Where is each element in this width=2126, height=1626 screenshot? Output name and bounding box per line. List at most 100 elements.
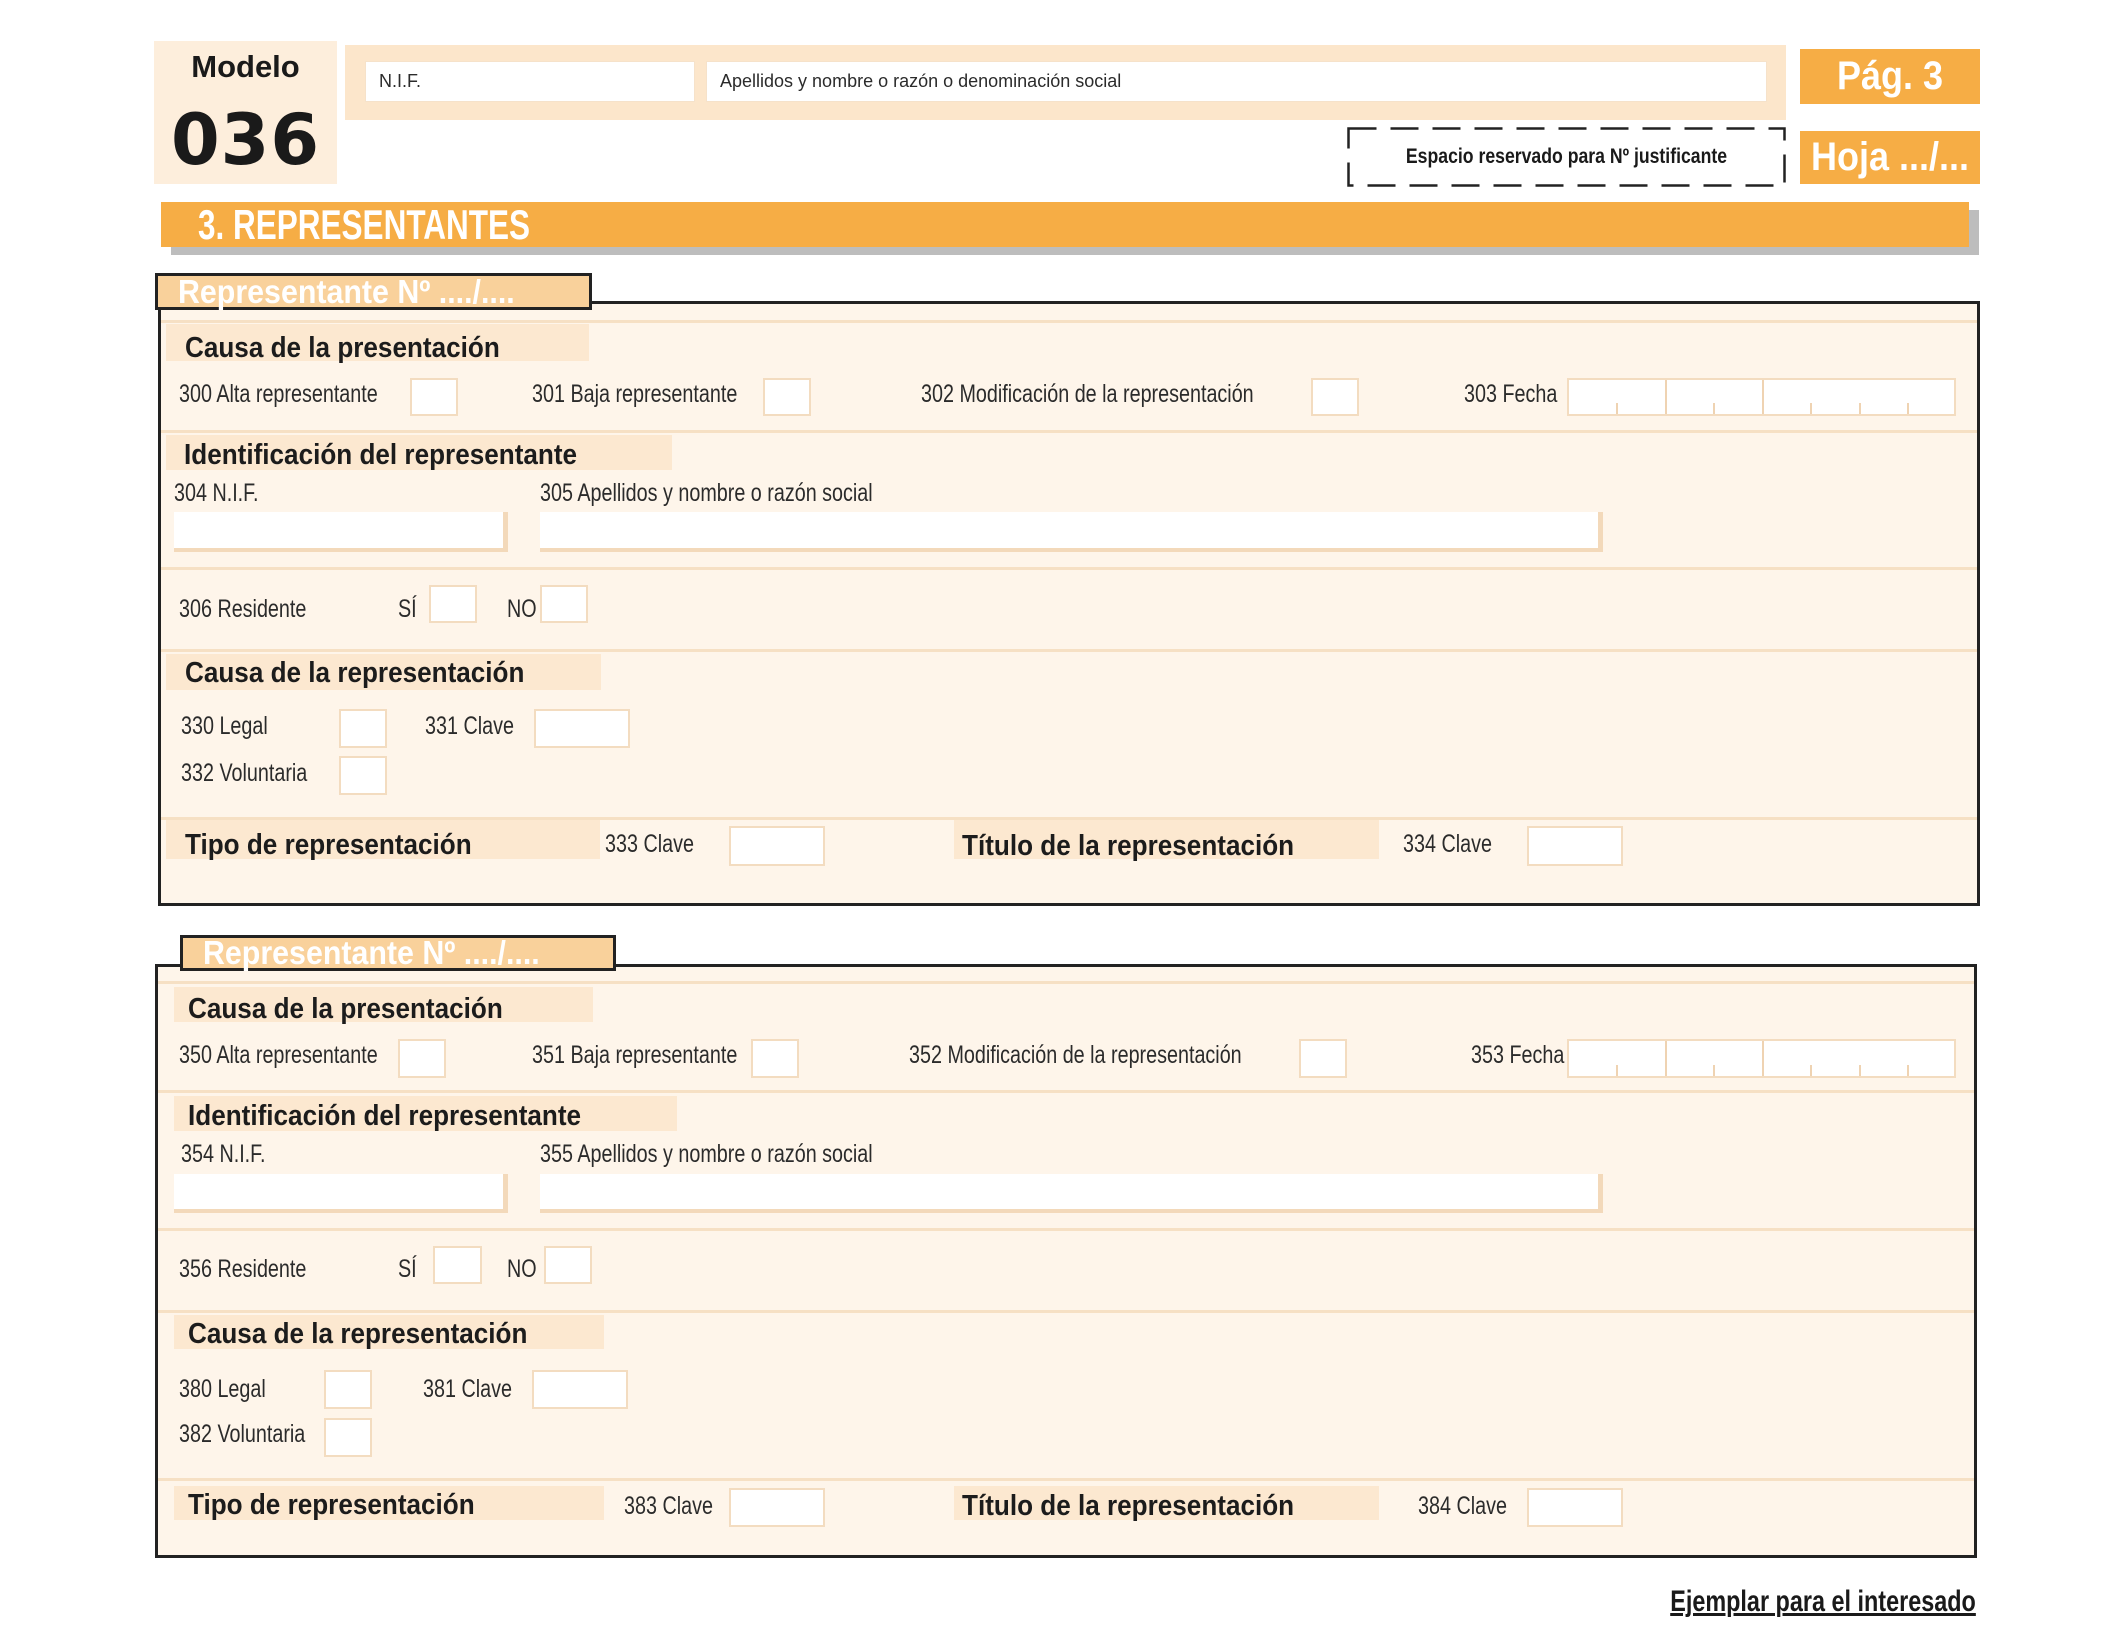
modelo-label: Modelo [191,49,300,84]
rep2-tipo-clave-label: 383 Clave [624,1492,713,1520]
date-digit-divider [1907,403,1909,414]
rep2-legal-checkbox[interactable] [324,1370,372,1409]
rep1-separator [161,567,1977,570]
justificante-label: Espacio reservado para Nº justificante [1405,145,1728,168]
rep1-tipo-clave-label: 333 Clave [605,830,694,858]
date-digit-divider [1713,403,1715,414]
rep2-causa-representacion-title: Causa de la representación [188,1318,528,1350]
rep2-residente-no-label: NO [507,1255,537,1283]
rep1-modificacion-checkbox[interactable] [1311,378,1359,416]
rep1-legal-checkbox[interactable] [339,709,387,748]
rep2-residente-si-checkbox[interactable] [433,1246,482,1284]
rep1-voluntaria-label: 332 Voluntaria [181,759,308,787]
rep1-residente-no-label: NO [507,595,537,623]
date-digit-divider [1616,1065,1618,1076]
hoja-box: Hoja .../... [1800,131,1980,184]
date-group-divider [1665,1041,1667,1076]
rep1-nif-input[interactable] [174,512,508,552]
rep1-residente-si-label: SÍ [398,595,417,623]
rep1-nombre-input[interactable] [540,512,1603,552]
rep2-separator [158,1090,1974,1093]
rep1-fecha-label: 303 Fecha [1464,380,1558,408]
rep1-causa-presentacion-title: Causa de la presentación [185,332,500,364]
form-page: Modelo 036 N.I.F. Apellidos y nombre o r… [0,0,2126,1626]
rep1-legal-label: 330 Legal [181,712,268,740]
rep2-separator [158,981,1974,984]
rep2-separator [158,1478,1974,1481]
rep2-alta-label: 350 Alta representante [179,1041,378,1069]
rep1-separator [161,649,1977,652]
rep2-baja-checkbox[interactable] [751,1039,799,1078]
date-digit-divider [1907,1065,1909,1076]
hoja-label: Hoja .../... [1810,135,1970,179]
rep1-causa-representacion-title: Causa de la representación [185,657,525,689]
rep1-alta-checkbox[interactable] [410,378,458,416]
footer-ejemplar: Ejemplar para el interesado [1670,1585,1976,1618]
rep1-fecha-field[interactable] [1567,378,1956,416]
rep2-residente-si-label: SÍ [398,1255,417,1283]
rep2-separator [158,1310,1974,1313]
header-name-field[interactable]: Apellidos y nombre o razón o denominació… [706,61,1767,102]
date-group-divider [1665,380,1667,414]
rep2-nombre-input[interactable] [540,1174,1603,1213]
rep1-residente-no-checkbox[interactable] [540,585,588,623]
modelo-number: 036 [170,99,321,181]
rep2-fecha-field[interactable] [1567,1039,1956,1078]
rep2-modificacion-label: 352 Modificación de la representación [909,1041,1242,1069]
rep2-causa-clave-input[interactable] [532,1370,628,1409]
rep1-alta-label: 300 Alta representante [179,380,378,408]
rep1-causa-clave-label: 331 Clave [425,712,514,740]
rep1-tab: Representante Nº ..../.... [155,273,592,310]
rep1-baja-checkbox[interactable] [763,378,811,416]
rep2-identificacion-title: Identificación del representante [188,1100,582,1132]
rep2-voluntaria-label: 382 Voluntaria [179,1420,306,1448]
date-digit-divider [1859,403,1861,414]
rep2-nif-input[interactable] [174,1174,508,1213]
rep1-residente-si-checkbox[interactable] [429,585,477,623]
rep1-causa-clave-input[interactable] [534,709,630,748]
header-name-label: Apellidos y nombre o razón o denominació… [720,71,1122,91]
rep2-residente-no-checkbox[interactable] [544,1246,592,1284]
date-digit-divider [1859,1065,1861,1076]
section-title-bar: 3. REPRESENTANTES [161,202,1969,247]
rep1-baja-label: 301 Baja representante [532,380,738,408]
header-nif-field[interactable]: N.I.F. [365,61,695,102]
rep1-identificacion-title: Identificación del representante [184,439,578,471]
date-digit-divider [1810,403,1812,414]
rep1-nombre-label: 305 Apellidos y nombre o razón social [540,479,873,507]
date-digit-divider [1616,403,1618,414]
header-nif-label: N.I.F. [379,71,422,91]
rep1-titulo-title: Título de la representación [962,830,1295,862]
rep2-voluntaria-checkbox[interactable] [324,1418,372,1457]
rep1-voluntaria-checkbox[interactable] [339,756,387,795]
rep2-modificacion-checkbox[interactable] [1299,1039,1347,1078]
rep2-alta-checkbox[interactable] [398,1039,446,1078]
rep1-residente-label: 306 Residente [179,595,307,623]
rep2-tipo-clave-input[interactable] [729,1488,825,1527]
date-group-divider [1762,380,1764,414]
rep2-causa-presentacion-title: Causa de la presentación [188,993,503,1025]
rep2-nombre-label: 355 Apellidos y nombre o razón social [540,1140,873,1168]
rep2-residente-label: 356 Residente [179,1255,307,1283]
rep1-tipo-clave-input[interactable] [729,826,825,866]
rep1-separator [161,320,1977,323]
page-number-label: Pág. 3 [1836,54,1944,98]
rep2-legal-label: 380 Legal [179,1375,266,1403]
rep2-fecha-label: 353 Fecha [1471,1041,1565,1069]
rep2-separator [158,1228,1974,1231]
rep2-titulo-clave-input[interactable] [1527,1488,1623,1527]
page-number-box: Pág. 3 [1800,49,1980,104]
date-group-divider [1762,1041,1764,1076]
rep2-baja-label: 351 Baja representante [532,1041,738,1069]
date-digit-divider [1810,1065,1812,1076]
rep1-modificacion-label: 302 Modificación de la representación [921,380,1254,408]
section-title: 3. REPRESENTANTES [198,201,530,248]
rep2-titulo-clave-label: 384 Clave [1418,1492,1507,1520]
date-digit-divider [1713,1065,1715,1076]
rep1-nif-label: 304 N.I.F. [174,479,259,507]
rep2-tab-label: Representante Nº ..../.... [203,934,540,971]
rep2-tab: Representante Nº ..../.... [180,935,616,971]
rep2-causa-clave-label: 381 Clave [423,1375,512,1403]
rep1-titulo-clave-input[interactable] [1527,826,1623,866]
rep1-separator [161,430,1977,433]
